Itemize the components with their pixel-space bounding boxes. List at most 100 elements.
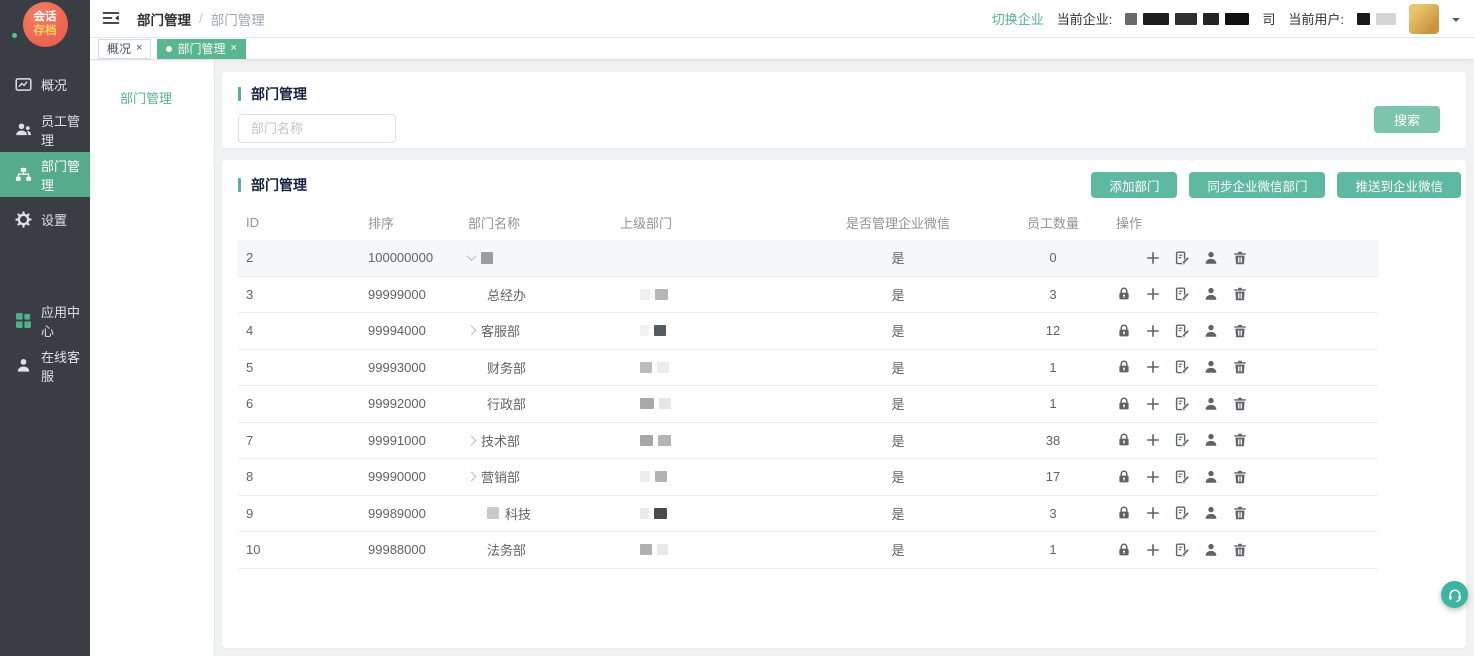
cell-id: 3 — [238, 287, 368, 302]
redacted-block — [659, 398, 671, 409]
cell-actions — [1108, 286, 1378, 302]
members-icon[interactable] — [1203, 432, 1219, 448]
lock-icon[interactable] — [1116, 359, 1132, 375]
breadcrumb-item[interactable]: 部门管理 — [137, 9, 191, 29]
members-icon[interactable] — [1203, 286, 1219, 302]
close-tab-icon[interactable]: × — [136, 43, 142, 54]
members-icon[interactable] — [1203, 469, 1219, 485]
add-icon[interactable] — [1145, 542, 1161, 558]
sidebar-item-departments[interactable]: 部门管理 — [0, 152, 90, 197]
edit-icon[interactable] — [1174, 359, 1190, 375]
cell-manage-wework: 是 — [798, 467, 998, 486]
expand-row-icon[interactable] — [467, 435, 477, 445]
delete-icon[interactable] — [1232, 542, 1248, 558]
cell-sort: 99993000 — [368, 360, 468, 375]
cell-actions — [1108, 542, 1378, 558]
sync-wework-departments-button[interactable]: 同步企业微信部门 — [1189, 172, 1325, 198]
lock-icon[interactable] — [1116, 396, 1132, 412]
edit-icon[interactable] — [1174, 542, 1190, 558]
delete-icon[interactable] — [1232, 323, 1248, 339]
cell-id: 6 — [238, 396, 368, 411]
table-header-row: ID 排序 部门名称 上级部门 是否管理企业微信 员工数量 操作 — [238, 204, 1378, 240]
delete-icon[interactable] — [1232, 469, 1248, 485]
members-icon[interactable] — [1203, 359, 1219, 375]
table-card-header: 部门管理 添加部门 同步企业微信部门 推送到企业微信 — [238, 168, 1461, 202]
user-avatar[interactable] — [1409, 4, 1439, 34]
tab-departments[interactable]: 部门管理 × — [157, 39, 245, 59]
members-icon[interactable] — [1203, 250, 1219, 266]
table-actions: 添加部门 同步企业微信部门 推送到企业微信 — [1091, 172, 1461, 198]
cell-id: 9 — [238, 506, 368, 521]
add-icon[interactable] — [1145, 323, 1161, 339]
table-row: 5 99993000 财务部 是 1 — [238, 350, 1378, 387]
expand-row-icon[interactable] — [467, 472, 477, 482]
sidebar-item-app-center[interactable]: 应用中心 — [0, 298, 90, 343]
sidebar-item-overview[interactable]: 概况 — [0, 62, 90, 107]
members-icon[interactable] — [1203, 323, 1219, 339]
caret-down-icon[interactable] — [1452, 18, 1460, 26]
delete-icon[interactable] — [1232, 250, 1248, 266]
lock-icon[interactable] — [1116, 286, 1132, 302]
delete-icon[interactable] — [1232, 432, 1248, 448]
add-icon[interactable] — [1145, 432, 1161, 448]
edit-icon[interactable] — [1174, 469, 1190, 485]
customer-service-fab[interactable] — [1441, 581, 1468, 608]
cell-sort: 99992000 — [368, 396, 468, 411]
lock-icon[interactable] — [1116, 542, 1132, 558]
close-tab-icon[interactable]: × — [230, 43, 236, 54]
breadcrumb-separator: / — [199, 11, 203, 26]
cell-department-name: 科技 — [468, 504, 618, 523]
members-icon[interactable] — [1203, 505, 1219, 521]
sidebar-item-label: 员工管理 — [41, 111, 90, 149]
users-icon — [15, 121, 32, 138]
add-icon[interactable] — [1145, 286, 1161, 302]
department-table-card: 部门管理 添加部门 同步企业微信部门 推送到企业微信 ID 排序 部门名称 — [222, 160, 1466, 648]
cell-manage-wework: 是 — [798, 358, 998, 377]
push-to-wework-button[interactable]: 推送到企业微信 — [1337, 172, 1461, 198]
edit-icon[interactable] — [1174, 505, 1190, 521]
add-department-button[interactable]: 添加部门 — [1091, 172, 1177, 198]
lock-icon[interactable] — [1116, 469, 1132, 485]
sidebar-item-support[interactable]: 在线客服 — [0, 343, 90, 388]
add-icon[interactable] — [1145, 469, 1161, 485]
cell-employee-count: 3 — [998, 506, 1108, 521]
add-icon[interactable] — [1145, 250, 1161, 266]
column-header-actions: 操作 — [1108, 213, 1378, 232]
sidebar-collapse-icon[interactable] — [102, 10, 122, 28]
edit-icon[interactable] — [1174, 250, 1190, 266]
edit-icon[interactable] — [1174, 323, 1190, 339]
redacted-block — [640, 289, 650, 300]
cell-id: 4 — [238, 323, 368, 338]
tab-overview[interactable]: 概况 × — [98, 39, 151, 59]
lock-icon[interactable] — [1116, 432, 1132, 448]
collapse-row-icon[interactable] — [467, 251, 477, 261]
cell-employee-count: 38 — [998, 433, 1108, 448]
redacted-user-name — [1357, 13, 1396, 25]
department-name-input[interactable] — [238, 114, 396, 143]
delete-icon[interactable] — [1232, 396, 1248, 412]
sidebar-item-settings[interactable]: 设置 — [0, 197, 90, 242]
members-icon[interactable] — [1203, 396, 1219, 412]
lock-icon[interactable] — [1116, 505, 1132, 521]
edit-icon[interactable] — [1174, 286, 1190, 302]
members-icon[interactable] — [1203, 542, 1219, 558]
edit-icon[interactable] — [1174, 432, 1190, 448]
search-card: 部门管理 搜索 — [222, 72, 1466, 148]
add-icon[interactable] — [1145, 505, 1161, 521]
sidebar-item-employees[interactable]: 员工管理 — [0, 107, 90, 152]
delete-icon[interactable] — [1232, 505, 1248, 521]
search-button[interactable]: 搜索 — [1374, 106, 1440, 133]
submenu-item-departments[interactable]: 部门管理 — [90, 80, 214, 115]
switch-company-link[interactable]: 切换企业 — [992, 9, 1044, 28]
column-header-id: ID — [238, 215, 368, 230]
cell-department-name: 总经办 — [468, 285, 618, 304]
lock-icon[interactable] — [1116, 323, 1132, 339]
tab-label: 概况 — [107, 40, 131, 57]
delete-icon[interactable] — [1232, 286, 1248, 302]
add-icon[interactable] — [1145, 396, 1161, 412]
redacted-block — [657, 362, 669, 373]
delete-icon[interactable] — [1232, 359, 1248, 375]
add-icon[interactable] — [1145, 359, 1161, 375]
edit-icon[interactable] — [1174, 396, 1190, 412]
expand-row-icon[interactable] — [467, 326, 477, 336]
